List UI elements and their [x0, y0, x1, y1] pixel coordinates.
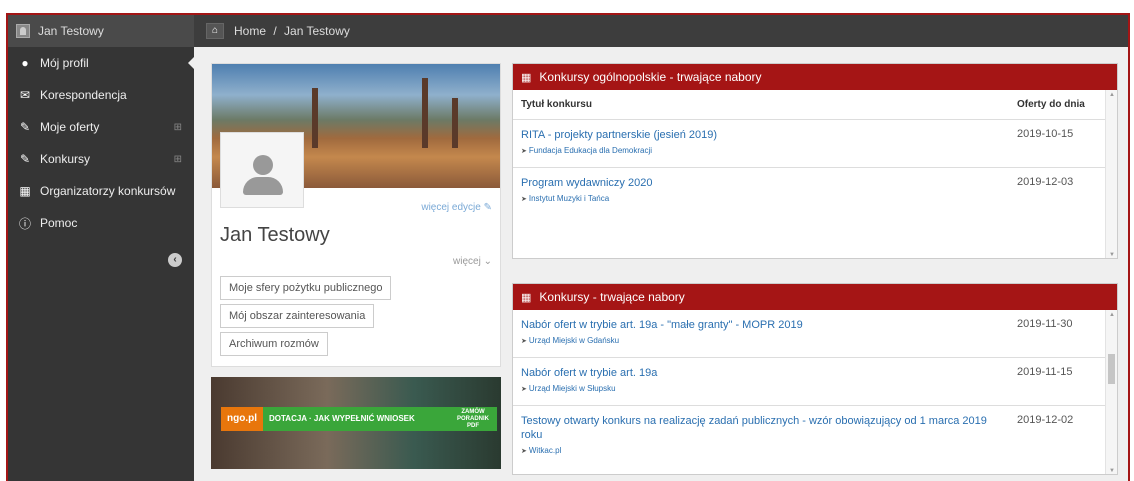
- edit-icon: ✎: [19, 152, 31, 166]
- table-icon: ▦: [521, 71, 532, 84]
- deadline-date: 2019-11-15: [1017, 366, 1073, 378]
- collapse-sidebar-icon[interactable]: ‹: [168, 253, 182, 267]
- profile-column: więcej edycje ✎ Jan Testowy więcej ⌄ Moj…: [211, 63, 501, 469]
- breadcrumb: Home / Jan Testowy: [234, 24, 350, 38]
- table-row[interactable]: Nabór ofert w trybie art. 19a Urząd Miej…: [513, 358, 1117, 406]
- promo-logo: ngo.pl: [221, 407, 263, 431]
- more-link[interactable]: więcej ⌄: [453, 256, 492, 267]
- promo-text: DOTACJA · JAK WYPEŁNIĆ WNIOSEK ZAMÓW POR…: [263, 407, 497, 431]
- promo-bar: ngo.pl DOTACJA · JAK WYPEŁNIĆ WNIOSEK ZA…: [221, 407, 497, 431]
- sidebar-item-label: Mój profil: [40, 56, 89, 70]
- table-row[interactable]: Nabór ofert w trybie art. 19a - "małe gr…: [513, 310, 1117, 358]
- scroll-up-icon[interactable]: ▲: [1106, 90, 1117, 100]
- sidebar-user-name: Jan Testowy: [38, 24, 104, 38]
- avatar: [220, 132, 304, 208]
- panel-header: ▦ Konkursy - trwające nabory: [513, 284, 1117, 310]
- panel-national-competitions: ▦ Konkursy ogólnopolskie - trwające nabo…: [512, 63, 1118, 259]
- scroll-down-icon[interactable]: ▼: [1106, 466, 1117, 474]
- public-benefit-areas-button[interactable]: Moje sfery pożytku publicznego: [220, 276, 392, 300]
- deadline-date: 2019-12-02: [1017, 414, 1074, 426]
- sidebar-item-competitions[interactable]: ✎ Konkursy ⊞: [8, 143, 194, 175]
- sidebar-item-label: Konkursy: [40, 152, 91, 166]
- sidebar-nav: ● Mój profil ✉ Korespondencja ✎ Moje ofe…: [8, 47, 194, 239]
- top-bar: ⌂ Home / Jan Testowy: [194, 15, 1128, 47]
- panel-current-competitions: ▦ Konkursy - trwające nabory Nabór ofert…: [512, 283, 1118, 475]
- scroll-up-icon[interactable]: ▲: [1106, 310, 1117, 320]
- sidebar-item-help[interactable]: ⓘ Pomoc: [8, 207, 194, 239]
- sidebar-user[interactable]: Jan Testowy: [8, 15, 194, 47]
- breadcrumb-separator: /: [273, 24, 277, 38]
- profile-name: Jan Testowy: [220, 224, 330, 246]
- column-date: Oferty do dnia: [1017, 99, 1085, 110]
- organizer-link[interactable]: Instytut Muzyki i Tańca: [521, 194, 1009, 203]
- deadline-date: 2019-12-03: [1017, 176, 1074, 188]
- interest-area-button[interactable]: Mój obszar zainteresowania: [220, 304, 375, 328]
- scrollbar-thumb[interactable]: [1108, 354, 1115, 384]
- column-title: Tytuł konkursu: [521, 99, 592, 110]
- competition-title-link[interactable]: RITA - projekty partnerskie (jesień 2019…: [521, 128, 1009, 142]
- table-icon: ▦: [521, 291, 532, 304]
- organizer-link[interactable]: Witkac.pl: [521, 446, 1009, 455]
- competitions-table: Tytuł konkursu Oferty do dnia RITA - pro…: [513, 90, 1117, 216]
- home-icon[interactable]: ⌂: [206, 23, 224, 39]
- expand-icon[interactable]: ⊞: [174, 122, 182, 133]
- table-header: Tytuł konkursu Oferty do dnia: [513, 90, 1117, 120]
- deadline-date: 2019-10-15: [1017, 128, 1074, 140]
- profile-card: więcej edycje ✎ Jan Testowy więcej ⌄ Moj…: [211, 63, 501, 367]
- scrollbar[interactable]: ▲ ▼: [1105, 310, 1117, 474]
- table-row[interactable]: Testowy otwarty konkurs na realizację za…: [513, 406, 1117, 463]
- promo-order-text: ZAMÓW PORADNIK PDF: [456, 408, 489, 429]
- competitions-table: Nabór ofert w trybie art. 19a - "małe gr…: [513, 310, 1117, 463]
- deadline-date: 2019-11-30: [1017, 318, 1073, 330]
- organizer-link[interactable]: Urząd Miejski w Słupsku: [521, 384, 1009, 393]
- info-icon: ⓘ: [18, 216, 31, 231]
- envelope-icon: ✉: [19, 88, 31, 102]
- scroll-down-icon[interactable]: ▼: [1106, 250, 1117, 258]
- sidebar-item-correspondence[interactable]: ✉ Korespondencja: [8, 79, 194, 111]
- competition-title-link[interactable]: Nabór ofert w trybie art. 19a: [521, 366, 1009, 380]
- sidebar-item-my-profile[interactable]: ● Mój profil: [8, 47, 194, 79]
- sidebar-item-label: Moje oferty: [40, 120, 100, 134]
- expand-icon[interactable]: ⊞: [174, 154, 182, 165]
- panel-title: Konkursy - trwające nabory: [539, 290, 685, 304]
- sidebar-item-label: Organizatorzy konkursów: [40, 184, 176, 198]
- scrollbar[interactable]: ▲ ▼: [1105, 90, 1117, 258]
- table-row[interactable]: RITA - projekty partnerskie (jesień 2019…: [513, 120, 1117, 168]
- user-icon: ●: [21, 56, 29, 70]
- panel-header: ▦ Konkursy ogólnopolskie - trwające nabo…: [513, 64, 1117, 90]
- breadcrumb-current: Jan Testowy: [284, 24, 350, 38]
- panel-title: Konkursy ogólnopolskie - trwające nabory: [539, 70, 762, 84]
- organizer-link[interactable]: Urząd Miejski w Gdańsku: [521, 336, 1009, 345]
- profile-buttons: Moje sfery pożytku publicznego Mój obsza…: [220, 276, 392, 360]
- app-frame: Jan Testowy ● Mój profil ✉ Korespondencj…: [6, 13, 1130, 481]
- organizer-link[interactable]: Fundacja Edukacja dla Demokracji: [521, 146, 1009, 155]
- edit-profile-link[interactable]: więcej edycje ✎: [421, 202, 492, 213]
- competition-title-link[interactable]: Testowy otwarty konkurs na realizację za…: [521, 414, 1009, 442]
- sidebar: Jan Testowy ● Mój profil ✉ Korespondencj…: [8, 15, 194, 481]
- sidebar-item-organizers[interactable]: ▦ Organizatorzy konkursów: [8, 175, 194, 207]
- user-avatar-icon: [16, 24, 30, 38]
- competition-title-link[interactable]: Nabór ofert w trybie art. 19a - "małe gr…: [521, 318, 1009, 332]
- breadcrumb-home[interactable]: Home: [234, 24, 266, 38]
- sidebar-item-my-offers[interactable]: ✎ Moje oferty ⊞: [8, 111, 194, 143]
- chat-archive-button[interactable]: Archiwum rozmów: [220, 332, 328, 356]
- promo-banner[interactable]: ngo.pl DOTACJA · JAK WYPEŁNIĆ WNIOSEK ZA…: [211, 377, 501, 469]
- table-row[interactable]: Program wydawniczy 2020 Instytut Muzyki …: [513, 168, 1117, 216]
- building-icon: ▦: [19, 184, 31, 198]
- competition-title-link[interactable]: Program wydawniczy 2020: [521, 176, 1009, 190]
- edit-icon: ✎: [19, 120, 31, 134]
- sidebar-item-label: Korespondencja: [40, 88, 127, 102]
- sidebar-item-label: Pomoc: [40, 216, 78, 230]
